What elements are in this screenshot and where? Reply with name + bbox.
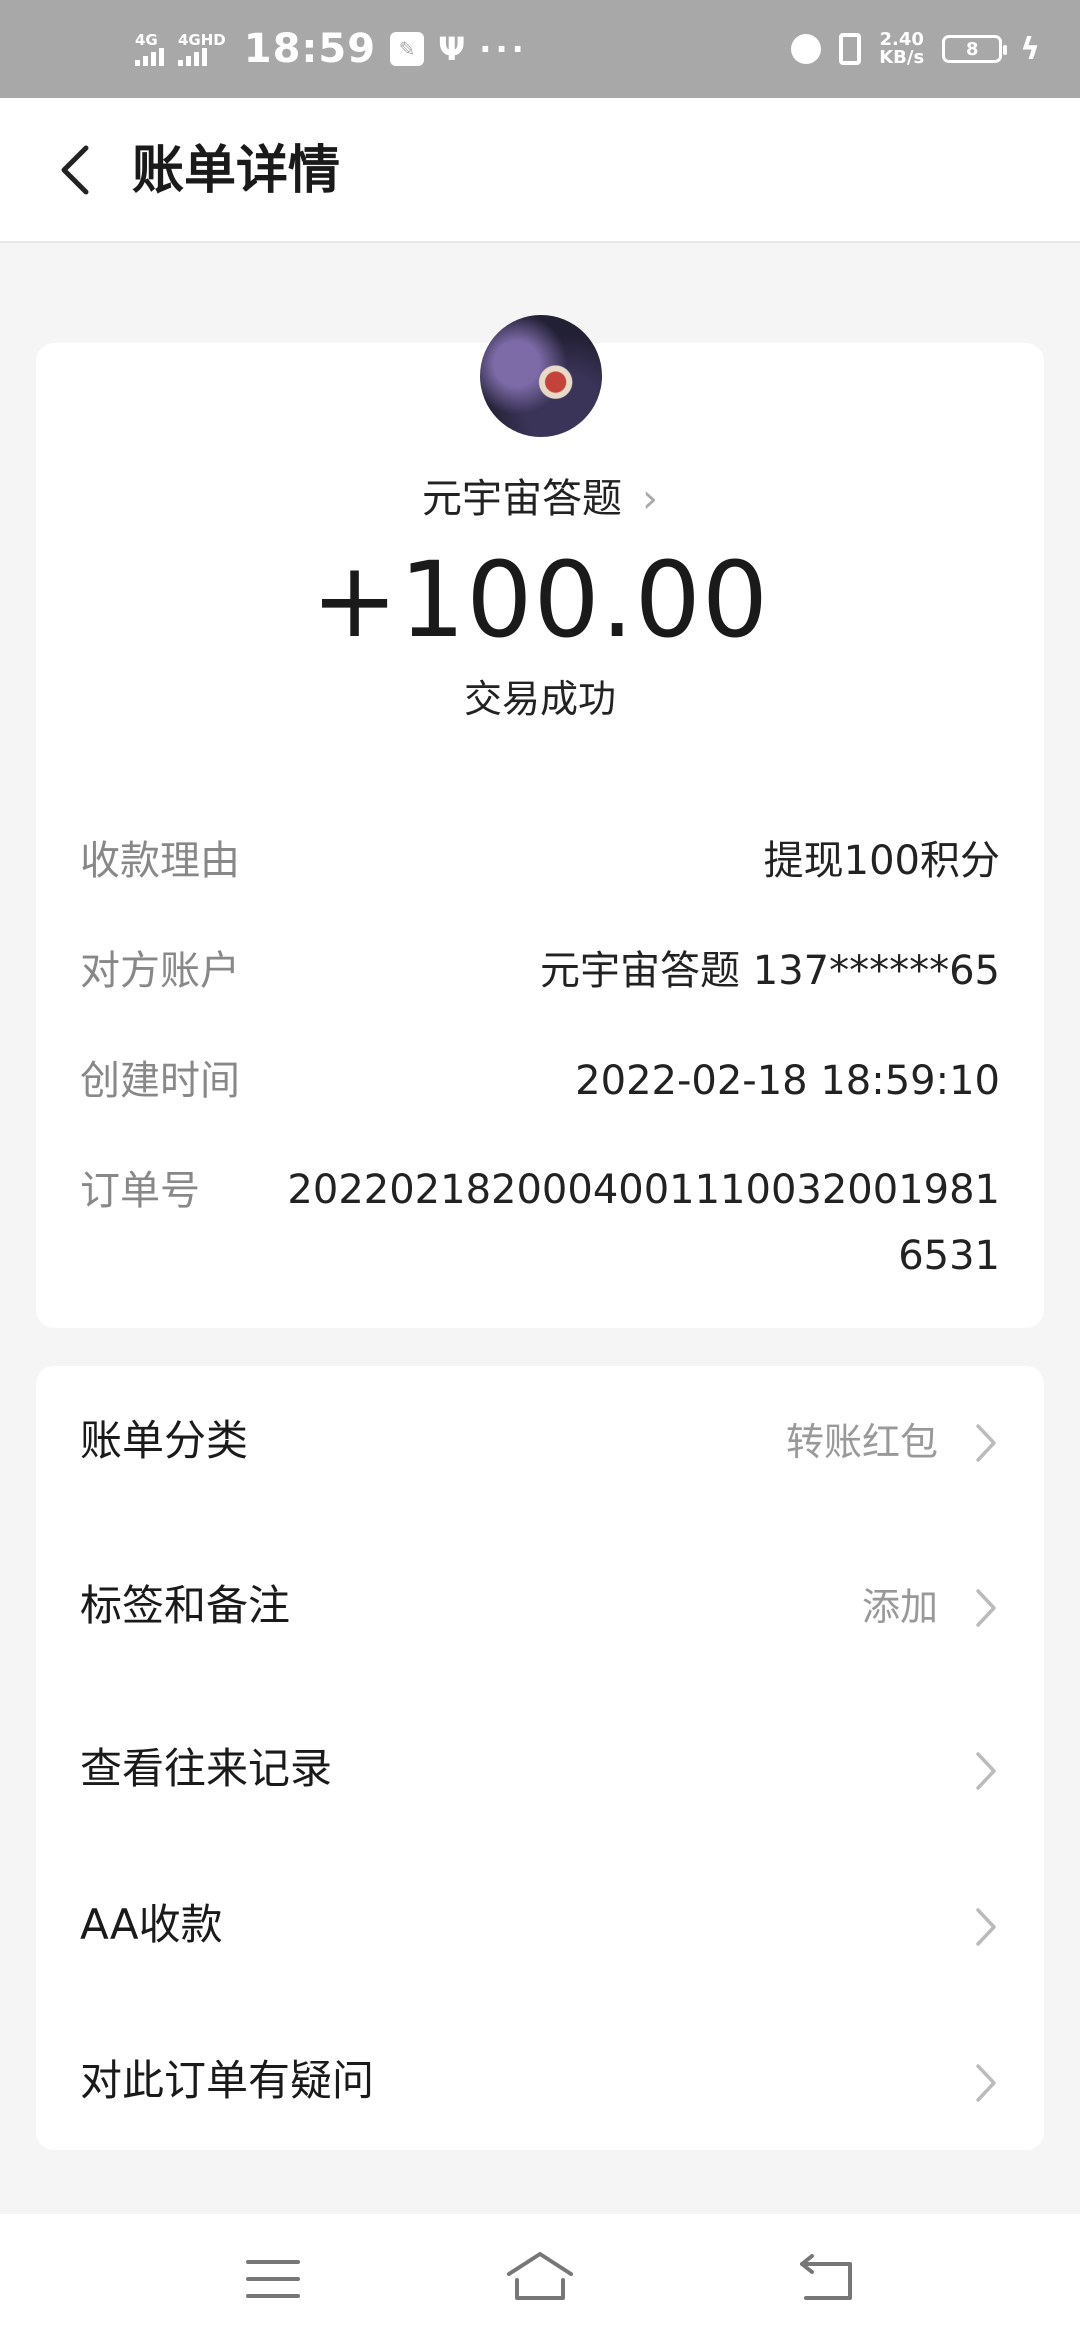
back-nav-icon[interactable] [792,2244,862,2314]
item-label: 标签和备注 [80,1581,291,1630]
clock: 18:59 [243,26,377,72]
chevron-right-icon [976,1752,996,1790]
back-arrow-icon[interactable] [48,140,108,200]
tags-notes-item[interactable]: 标签和备注 添加 [36,1531,1044,1681]
header: 账单详情 [0,98,1080,243]
battery-level: 8 [965,38,979,60]
signal-2: 4GHD [178,32,226,66]
signal-bars-icon [178,48,207,66]
battery-icon: 8 [942,35,1008,63]
detail-row-order-number: 订单号 20220218200040011100320019816531 [80,1161,1000,1301]
detail-value: 元宇宙答题 137******65 [540,948,1000,994]
status-bar: 4G 4GHD 18:59 ✎ Ψ ··· 2.40 KB/s 8 ϟ [0,0,1080,98]
detail-value: 2022-02-18 18:59:10 [575,1058,1000,1104]
speed-unit: KB/s [879,47,925,68]
system-nav-bar [0,2214,1080,2340]
chevron-right-icon [976,1908,996,1946]
network-type-2: 4GHD [178,31,226,49]
page-title: 账单详情 [132,141,341,201]
payee-name: 元宇宙答题 [422,476,622,522]
transaction-history-item[interactable]: 查看往来记录 [36,1694,1044,1844]
bill-summary-card: 元宇宙答题 › +100.00 交易成功 收款理由 提现100积分 对方账户 元宇… [36,315,1044,1328]
detail-label: 创建时间 [80,1058,240,1104]
detail-label: 收款理由 [80,838,240,884]
status-right: 2.40 KB/s 8 ϟ [791,0,1040,98]
payee-link[interactable]: 元宇宙答题 › [36,471,1044,527]
aa-collection-item[interactable]: AA收款 [36,1850,1044,2000]
order-question-item[interactable]: 对此订单有疑问 [36,2006,1044,2156]
home-icon[interactable] [505,2244,575,2314]
more-notifications-icon: ··· [479,30,528,68]
charging-icon: ϟ [1020,31,1040,67]
network-type-1: 4G [135,31,158,49]
item-value: 添加 [861,1585,938,1629]
vibrate-icon [839,33,862,65]
chevron-right-icon: › [642,476,658,522]
item-value: 转账红包 [785,1420,938,1464]
detail-label: 订单号 [80,1168,200,1214]
order-number-value[interactable]: 20220218200040011100320019816531 [280,1157,1000,1289]
usb-icon: Ψ [438,30,466,68]
item-label: 账单分类 [80,1416,249,1465]
detail-value: 提现100积分 [763,838,1000,884]
alarm-icon [791,34,822,64]
item-label: AA收款 [80,1900,223,1949]
menu-icon[interactable] [238,2244,308,2314]
status-left: 4G 4GHD 18:59 ✎ Ψ ··· [135,0,528,98]
actions-card: 账单分类 转账红包 标签和备注 添加 查看往来记录 AA收款 对此订单有疑问 [36,1366,1044,2150]
item-label: 对此订单有疑问 [80,2056,375,2105]
notification-app-icon: ✎ [390,32,425,66]
bill-category-item[interactable]: 账单分类 转账红包 [36,1366,1044,1516]
detail-label: 对方账户 [80,948,240,994]
chevron-right-icon [976,1424,996,1462]
amount: +100.00 [310,539,770,661]
network-speed: 2.40 KB/s [879,31,924,67]
transaction-status: 交易成功 [463,677,616,721]
chevron-right-icon [976,2064,996,2102]
chevron-right-icon [976,1589,996,1627]
payee-avatar[interactable] [480,315,602,437]
signal-1: 4G [135,32,164,66]
signal-bars-icon [135,48,164,66]
item-label: 查看往来记录 [80,1744,333,1793]
